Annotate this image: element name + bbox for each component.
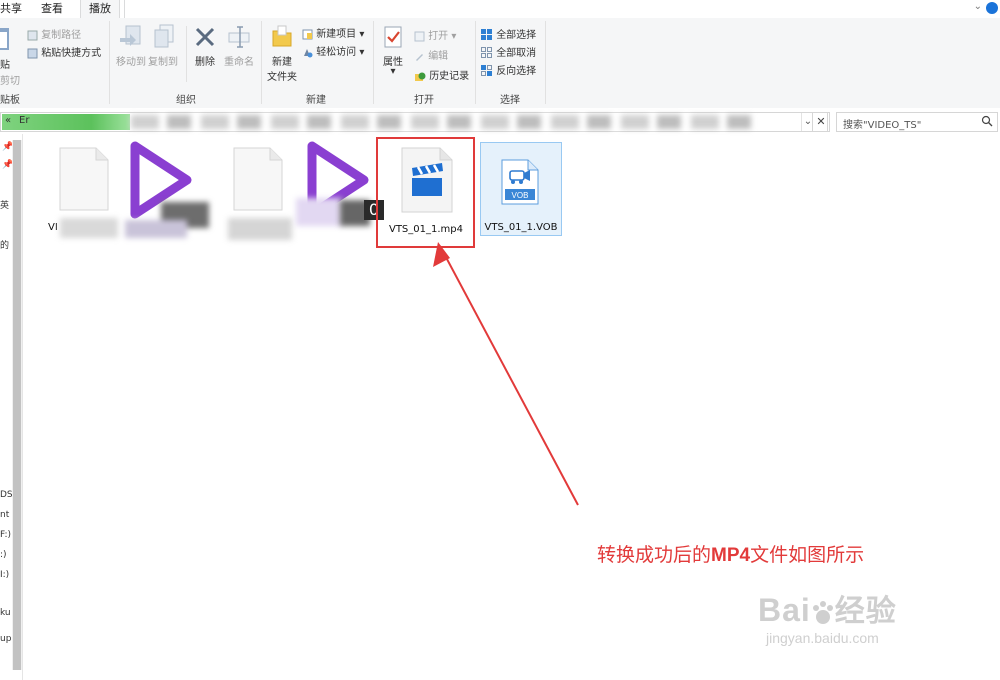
paw-icon <box>812 600 833 624</box>
annotation-text: 转换成功后的MP4文件如图所示 <box>597 540 864 567</box>
annotation-arrow <box>433 242 579 506</box>
annotation-text-part: 文件如图所示 <box>750 544 865 566</box>
baidu-watermark: Bai 经验 jingyan.baidu.com <box>758 586 897 646</box>
annotation-text-part: 转换成功后的 <box>597 544 712 566</box>
watermark-brand: Bai <box>758 592 811 628</box>
watermark-url: jingyan.baidu.com <box>766 630 879 646</box>
watermark-brand-suffix: 经验 <box>834 595 897 628</box>
annotation-text-bold: MP4 <box>711 545 751 566</box>
